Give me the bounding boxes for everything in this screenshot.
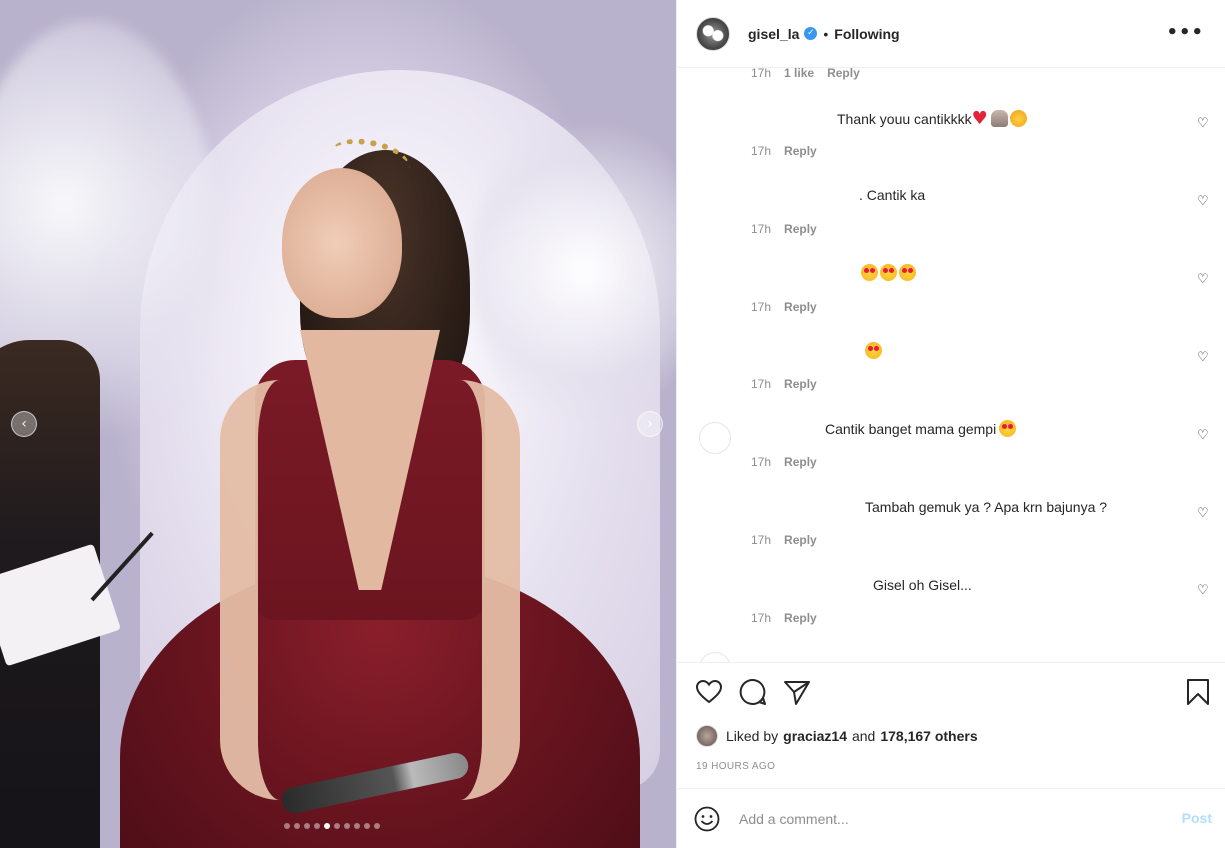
author-username[interactable]: gisel_la	[748, 26, 799, 42]
comment-like-heart-icon[interactable]: ♡	[1197, 117, 1211, 131]
comment-likes[interactable]: 1 like	[784, 68, 814, 80]
comment-text	[865, 342, 884, 359]
comment-text	[861, 264, 918, 281]
comment-like-heart-icon[interactable]: ♡	[1197, 273, 1211, 287]
liked-by-and: and	[851, 728, 876, 744]
liked-by-prefix: Liked by	[726, 728, 779, 744]
heart-eyes-emoji-icon	[880, 264, 897, 281]
comment-meta: 17h Reply	[751, 300, 817, 314]
carousel-dot	[364, 823, 370, 829]
comment-like-heart-icon[interactable]: ♡	[1197, 584, 1211, 598]
bookmark-icon[interactable]	[1183, 677, 1213, 707]
carousel-dot	[284, 823, 290, 829]
comment-reply-button[interactable]: Reply	[784, 455, 817, 469]
carousel-dot	[294, 823, 300, 829]
comment-text: . Cantik ka	[859, 187, 926, 203]
heart-eyes-emoji-icon	[999, 420, 1017, 437]
comment-meta: 17h Reply	[751, 611, 817, 625]
comments-list[interactable]: 17h 1 like Reply Thank youu cantikkkk ♡ …	[677, 68, 1225, 662]
post-actions: Liked by graciaz14 and 178,167 others 19…	[677, 662, 1225, 788]
author-avatar[interactable]	[696, 16, 730, 51]
carousel-dot	[314, 823, 320, 829]
comment-time: 17h	[751, 300, 772, 314]
comment-input[interactable]	[739, 807, 1159, 831]
more-options-icon[interactable]: •••	[1166, 22, 1204, 43]
comment-time: 17h	[751, 68, 772, 80]
comment-time: 17h	[751, 455, 772, 469]
comment-reply-button[interactable]: Reply	[784, 300, 817, 314]
header-separator: •	[823, 25, 829, 42]
verified-badge-icon: ✓	[804, 27, 818, 40]
comment-meta: 17h Reply	[751, 455, 817, 469]
heart-eyes-emoji-icon	[899, 264, 916, 281]
liked-by-others-link[interactable]: 178,167 others	[880, 728, 977, 744]
post-side-panel: gisel_la ✓ • Following ••• 17h 1 like Re…	[676, 0, 1225, 848]
comment-like-heart-icon[interactable]: ♡	[1197, 429, 1211, 443]
liker-avatar	[696, 725, 718, 747]
comment-like-heart-icon[interactable]: ♡	[1197, 195, 1211, 209]
carousel-prev-button[interactable]: ‹	[11, 411, 37, 437]
commenter-avatar[interactable]	[699, 652, 731, 662]
comment-text: Cantik banget mama gempi	[825, 420, 1018, 437]
comment-reply-button[interactable]: Reply	[784, 377, 817, 391]
comment-time: 17h	[751, 222, 772, 236]
commenter-avatar[interactable]	[699, 422, 731, 454]
comment-time: 17h	[751, 377, 772, 391]
carousel-next-button[interactable]: ›	[637, 411, 663, 437]
heart-eyes-emoji-icon	[865, 342, 882, 359]
comment-text: Tambah gemuk ya ? Apa krn bajunya ?	[865, 499, 1108, 515]
pray-emoji-icon	[990, 110, 1008, 127]
carousel-indicator	[284, 823, 380, 829]
post-comment-button[interactable]: Post	[1182, 810, 1212, 826]
smiling-hearts-emoji-icon	[1009, 110, 1027, 127]
comment-meta: 17h 1 like Reply	[751, 68, 860, 80]
comment-meta: 17h Reply	[751, 222, 817, 236]
heart-icon[interactable]	[694, 677, 724, 707]
liked-by-user-link[interactable]: graciaz14	[783, 728, 847, 744]
carousel-dot	[334, 823, 340, 829]
photo-subject-arms	[220, 380, 520, 800]
comment-reply-button[interactable]: Reply	[784, 611, 817, 625]
comment-time: 17h	[751, 611, 772, 625]
red-heart-emoji-icon	[972, 110, 989, 127]
comment-reply-button[interactable]: Reply	[784, 144, 817, 158]
comment-text: Gisel oh Gisel...	[873, 577, 972, 593]
comment-meta: 17h Reply	[751, 533, 817, 547]
comment-reply-button[interactable]: Reply	[784, 222, 817, 236]
comment-like-heart-icon[interactable]: ♡	[1197, 507, 1211, 521]
comment-reply-button[interactable]: Reply	[827, 68, 860, 80]
comment-meta: 17h Reply	[751, 144, 817, 158]
carousel-dot	[354, 823, 360, 829]
comment-meta: 17h Reply	[751, 377, 817, 391]
comment-composer: Post	[677, 788, 1225, 848]
following-button[interactable]: Following	[834, 26, 899, 42]
heart-eyes-emoji-icon	[861, 264, 878, 281]
comment-time: 17h	[751, 144, 772, 158]
carousel-dot	[324, 823, 330, 829]
post-header: gisel_la ✓ • Following •••	[677, 0, 1225, 68]
comment-reply-button[interactable]: Reply	[784, 533, 817, 547]
comment-like-heart-icon[interactable]: ♡	[1197, 351, 1211, 365]
comment-icon[interactable]	[738, 677, 768, 707]
comment-text: Thank youu cantikkkk	[837, 110, 1029, 127]
comment-time: 17h	[751, 533, 772, 547]
carousel-dot	[344, 823, 350, 829]
post-timestamp[interactable]: 19 HOURS AGO	[696, 761, 775, 772]
paper-plane-icon[interactable]	[782, 677, 812, 707]
likes-summary: Liked by graciaz14 and 178,167 others	[696, 725, 983, 747]
comment-body: Thank youu cantikkkk	[837, 111, 972, 127]
comment-body: Cantik banget mama gempi	[825, 421, 997, 437]
post-photo[interactable]: ‹ ›	[0, 0, 676, 848]
carousel-dot	[374, 823, 380, 829]
carousel-dot	[304, 823, 310, 829]
smiley-icon[interactable]	[694, 806, 720, 832]
photo-subject-face	[282, 168, 402, 318]
